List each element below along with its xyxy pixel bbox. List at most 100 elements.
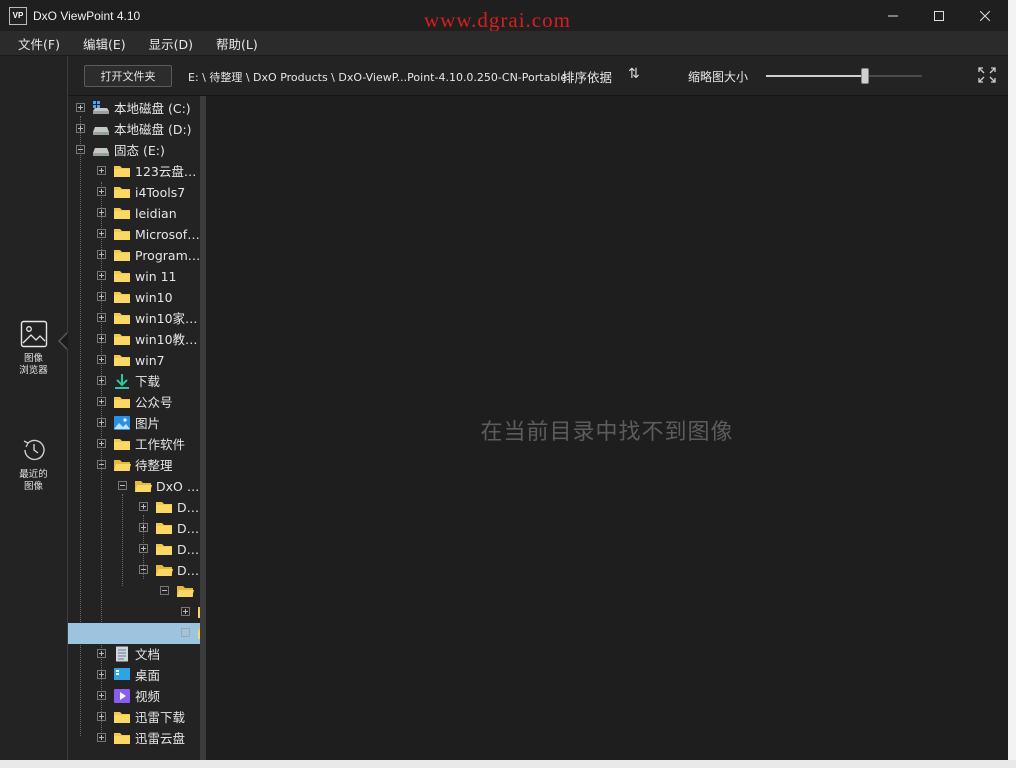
expand-toggle-icon[interactable] [97, 418, 106, 427]
expand-toggle-icon[interactable] [97, 334, 106, 343]
expand-toggle-icon[interactable] [76, 103, 85, 112]
recent-images-button[interactable]: 最近的 图像 [0, 436, 67, 493]
tree-item[interactable]: 固态 (E:) [68, 140, 200, 161]
history-icon [23, 439, 45, 461]
close-button[interactable] [962, 0, 1008, 31]
tree-item[interactable]: 工作软件 [68, 434, 200, 455]
documents-icon [113, 646, 131, 662]
sort-by-label[interactable]: 排序依据 [562, 67, 612, 86]
tree-item[interactable] [68, 602, 200, 623]
tree-item[interactable]: i4Tools7 [68, 182, 200, 203]
expand-toggle-icon[interactable] [97, 166, 106, 175]
tree-item[interactable]: win7 [68, 350, 200, 371]
tree-item[interactable]: 文档 [68, 644, 200, 665]
tree-item[interactable]: win10 [68, 287, 200, 308]
expand-toggle-icon[interactable] [76, 124, 85, 133]
tree-item[interactable]: DxO … [68, 476, 200, 497]
expand-toggle-icon[interactable] [181, 607, 190, 616]
tree-item[interactable]: leidian [68, 203, 200, 224]
expand-toggle-icon[interactable] [97, 712, 106, 721]
expand-toggle-icon[interactable] [97, 397, 106, 406]
expand-toggle-icon[interactable] [139, 502, 148, 511]
sort-order-icon[interactable]: ⇅ [628, 66, 640, 82]
expand-toggle-icon[interactable] [97, 355, 106, 364]
expand-toggle-icon[interactable] [97, 250, 106, 259]
menu-view[interactable]: 显示(D) [137, 34, 204, 53]
minimize-button[interactable] [870, 0, 916, 31]
collapse-toggle-icon[interactable] [139, 565, 148, 574]
left-nav: 图像 浏览器 最近的 图像 [0, 56, 68, 760]
slider-handle[interactable] [861, 68, 870, 84]
collapse-toggle-icon[interactable] [76, 145, 85, 154]
folder-icon [113, 730, 131, 746]
expand-toggle-icon[interactable] [97, 649, 106, 658]
image-browser-button[interactable]: 图像 浏览器 [0, 320, 67, 377]
tree-item[interactable] [68, 623, 200, 644]
tree-item-label: win10教… [135, 332, 198, 347]
expand-toggle-icon[interactable] [97, 292, 106, 301]
thumbnail-size-slider[interactable] [766, 75, 922, 77]
browser-toolbar: 打开文件夹 E: \ 待整理 \ DxO Products \ DxO-View… [68, 56, 1008, 96]
expand-toggle-icon[interactable] [97, 208, 106, 217]
tree-item[interactable]: D… [68, 497, 200, 518]
expand-toggle-icon[interactable] [181, 628, 190, 637]
tree-item[interactable]: win 11 [68, 266, 200, 287]
tree-item[interactable]: 123云盘… [68, 161, 200, 182]
drive-icon [92, 142, 110, 158]
tree-item[interactable]: 视频 [68, 686, 200, 707]
tree-item-label: Program… [135, 248, 200, 263]
tree-item[interactable]: D… [68, 518, 200, 539]
tree-item[interactable]: Microsof… [68, 224, 200, 245]
tree-item-label: D… [177, 521, 200, 536]
tree-item[interactable]: 迅雷下载 [68, 707, 200, 728]
fullscreen-icon[interactable] [978, 67, 996, 83]
expand-toggle-icon[interactable] [97, 439, 106, 448]
expand-toggle-icon[interactable] [139, 523, 148, 532]
tree-item[interactable]: 公众号 [68, 392, 200, 413]
tree-item[interactable]: 图片 [68, 413, 200, 434]
image-grid: 在当前目录中找不到图像 [206, 96, 1008, 760]
expand-toggle-icon[interactable] [97, 733, 106, 742]
tree-item[interactable]: D… [68, 560, 200, 581]
tree-item[interactable]: win10家… [68, 308, 200, 329]
app-window: VP DxO ViewPoint 4.10 www.dgrai.com 文件(F… [0, 0, 1009, 760]
window-controls [870, 0, 1008, 31]
expand-toggle-icon[interactable] [97, 187, 106, 196]
thumbnail-size-label: 缩略图大小 [688, 70, 749, 84]
tree-item[interactable]: win10教… [68, 329, 200, 350]
tree-item-label: 固态 (E:) [114, 143, 165, 158]
tree-item[interactable] [68, 581, 200, 602]
tree-item-label: 下载 [135, 374, 161, 389]
expand-toggle-icon[interactable] [97, 670, 106, 679]
tree-item[interactable]: 本地磁盘 (D:) [68, 119, 200, 140]
menu-edit[interactable]: 编辑(E) [71, 34, 137, 53]
tree-item[interactable]: D… [68, 539, 200, 560]
tree-item[interactable]: 待整理 [68, 455, 200, 476]
menu-file[interactable]: 文件(F) [0, 34, 71, 53]
collapse-toggle-icon[interactable] [97, 460, 106, 469]
tree-item[interactable]: 本地磁盘 (C:) [68, 98, 200, 119]
recent-images-label-2: 图像 [23, 481, 43, 492]
tree-item[interactable]: 桌面 [68, 665, 200, 686]
expand-toggle-icon[interactable] [97, 313, 106, 322]
maximize-button[interactable] [916, 0, 962, 31]
collapse-toggle-icon[interactable] [118, 481, 127, 490]
expand-toggle-icon[interactable] [139, 544, 148, 553]
expand-toggle-icon[interactable] [97, 271, 106, 280]
expand-toggle-icon[interactable] [97, 376, 106, 385]
collapse-toggle-icon[interactable] [160, 586, 169, 595]
tree-item-label: leidian [135, 206, 177, 221]
tree-item[interactable]: 下载 [68, 371, 200, 392]
pictures-icon [113, 415, 131, 431]
expand-toggle-icon[interactable] [97, 229, 106, 238]
folder-open-icon [155, 562, 173, 578]
expand-toggle-icon[interactable] [97, 691, 106, 700]
folder-icon [113, 268, 131, 284]
tree-item[interactable]: Program… [68, 245, 200, 266]
folder-icon [113, 331, 131, 347]
menu-help[interactable]: 帮助(L) [204, 34, 269, 53]
open-folder-button[interactable]: 打开文件夹 [84, 65, 172, 87]
folder-open-icon [134, 478, 152, 494]
tree-item-label: win10 [135, 290, 173, 305]
tree-item[interactable]: 迅雷云盘 [68, 728, 200, 749]
